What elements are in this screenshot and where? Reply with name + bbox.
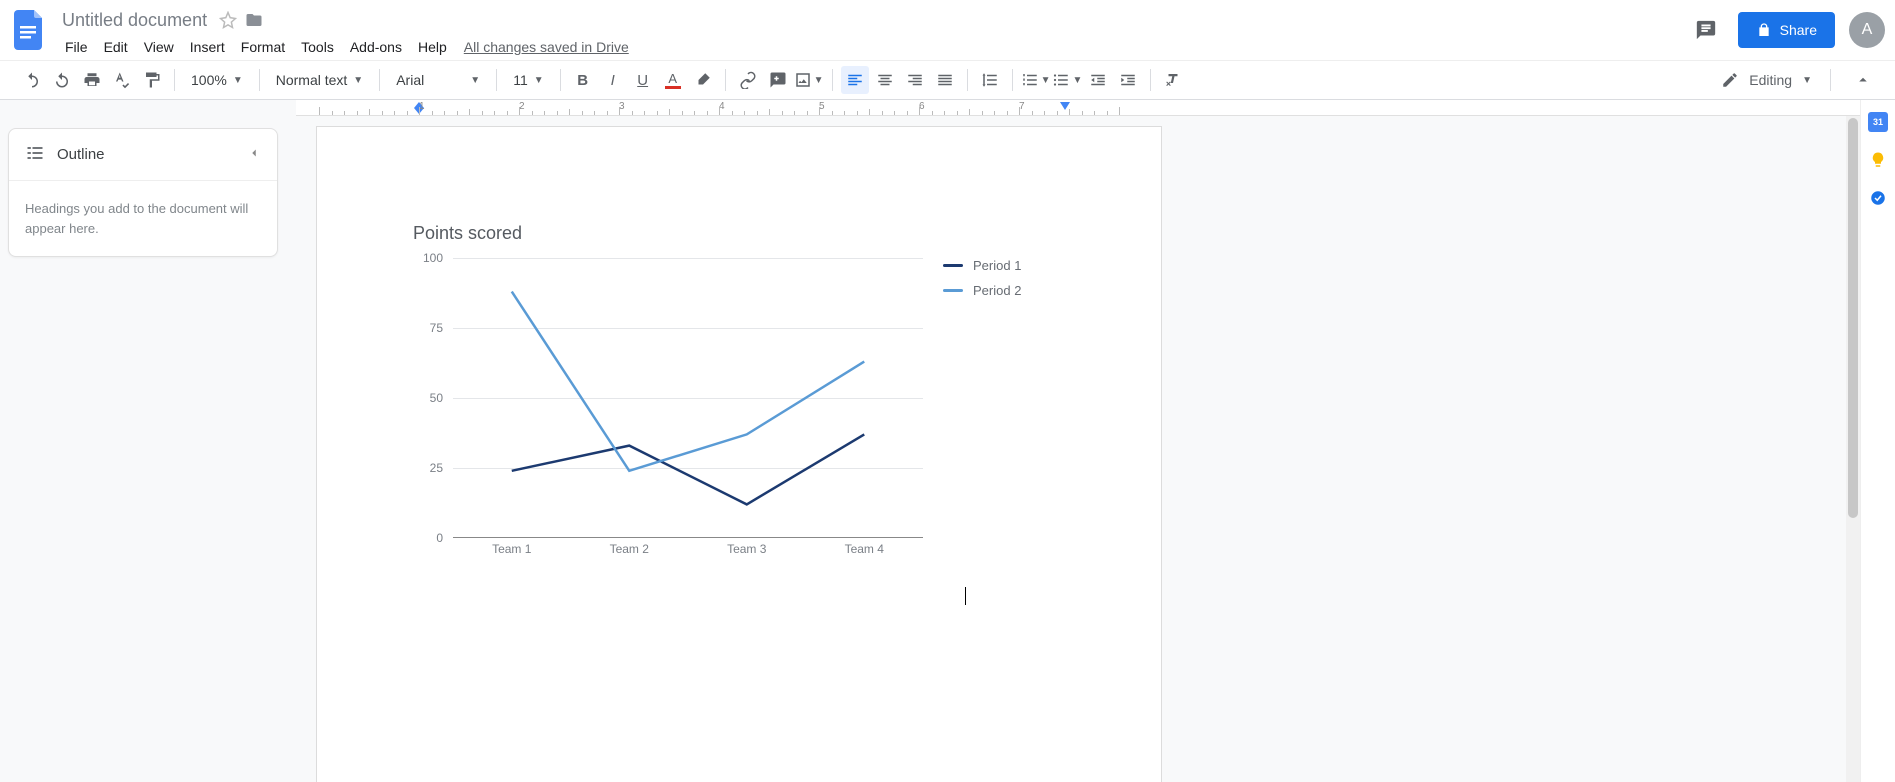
menu-tools[interactable]: Tools [294, 35, 341, 59]
italic-button[interactable]: I [599, 66, 627, 94]
lock-icon [1756, 22, 1772, 38]
document-page[interactable]: Points scored 0255075100 Team 1Team 2Tea… [316, 126, 1162, 782]
docs-logo[interactable] [10, 6, 50, 54]
menu-edit[interactable]: Edit [97, 35, 135, 59]
numbered-list-button[interactable]: ▼ [1021, 66, 1051, 94]
chart-legend: Period 1 Period 2 [943, 258, 1021, 558]
menu-file[interactable]: File [58, 35, 95, 59]
insert-link-button[interactable] [734, 66, 762, 94]
chart-title: Points scored [413, 223, 1033, 244]
toolbar: 100%▼ Normal text▼ Arial▼ 11▼ B I U A ▼ … [0, 60, 1895, 100]
text-color-button[interactable]: A [659, 66, 687, 94]
editing-mode-button[interactable]: Editing ▼ [1711, 65, 1822, 95]
menu-format[interactable]: Format [234, 35, 292, 59]
font-size-select[interactable]: 11▼ [505, 66, 551, 94]
line-spacing-button[interactable] [976, 66, 1004, 94]
bold-button[interactable]: B [569, 66, 597, 94]
underline-button[interactable]: U [629, 66, 657, 94]
decrease-indent-button[interactable] [1084, 66, 1112, 94]
collapse-toolbar-button[interactable] [1849, 66, 1877, 94]
horizontal-ruler[interactable]: 1234567 [296, 100, 1860, 116]
save-status[interactable]: All changes saved in Drive [456, 35, 637, 59]
move-folder-icon[interactable] [245, 11, 263, 29]
align-left-button[interactable] [841, 66, 869, 94]
outline-panel: Outline Headings you add to the document… [8, 128, 278, 257]
outline-list-icon [25, 143, 45, 166]
print-button[interactable] [78, 66, 106, 94]
add-comment-button[interactable] [764, 66, 792, 94]
align-center-button[interactable] [871, 66, 899, 94]
legend-item: Period 2 [943, 283, 1021, 298]
align-justify-button[interactable] [931, 66, 959, 94]
paragraph-style-select[interactable]: Normal text▼ [268, 66, 371, 94]
document-title[interactable]: Untitled document [58, 8, 211, 33]
pencil-icon [1721, 71, 1739, 89]
font-select[interactable]: Arial▼ [388, 66, 488, 94]
account-avatar[interactable]: A [1849, 12, 1885, 48]
open-comments-button[interactable] [1688, 12, 1724, 48]
highlight-button[interactable] [689, 66, 717, 94]
legend-item: Period 1 [943, 258, 1021, 273]
menu-bar: File Edit View Insert Format Tools Add-o… [58, 34, 637, 60]
editing-mode-label: Editing [1749, 72, 1792, 88]
share-button[interactable]: Share [1738, 12, 1835, 48]
scrollbar-thumb[interactable] [1848, 118, 1858, 518]
increase-indent-button[interactable] [1114, 66, 1142, 94]
menu-insert[interactable]: Insert [183, 35, 232, 59]
share-label: Share [1780, 22, 1817, 38]
outline-title: Outline [57, 146, 105, 163]
tasks-addon-icon[interactable] [1868, 188, 1888, 208]
redo-button[interactable] [48, 66, 76, 94]
paint-format-button[interactable] [138, 66, 166, 94]
align-right-button[interactable] [901, 66, 929, 94]
undo-button[interactable] [18, 66, 46, 94]
calendar-addon-icon[interactable]: 31 [1868, 112, 1888, 132]
outline-collapse-button[interactable] [247, 146, 261, 163]
side-panel-rail: 31 [1860, 100, 1895, 782]
menu-help[interactable]: Help [411, 35, 454, 59]
zoom-select[interactable]: 100%▼ [183, 66, 251, 94]
menu-addons[interactable]: Add-ons [343, 35, 409, 59]
spellcheck-button[interactable] [108, 66, 136, 94]
star-icon[interactable] [219, 11, 237, 29]
insert-image-button[interactable]: ▼ [794, 66, 824, 94]
clear-formatting-button[interactable] [1159, 66, 1187, 94]
menu-view[interactable]: View [137, 35, 181, 59]
vertical-scrollbar[interactable] [1846, 116, 1860, 782]
embedded-chart[interactable]: Points scored 0255075100 Team 1Team 2Tea… [413, 223, 1033, 558]
bulleted-list-button[interactable]: ▼ [1052, 66, 1082, 94]
keep-addon-icon[interactable] [1868, 150, 1888, 170]
text-cursor [965, 587, 966, 605]
outline-empty-text: Headings you add to the document will ap… [9, 181, 277, 256]
